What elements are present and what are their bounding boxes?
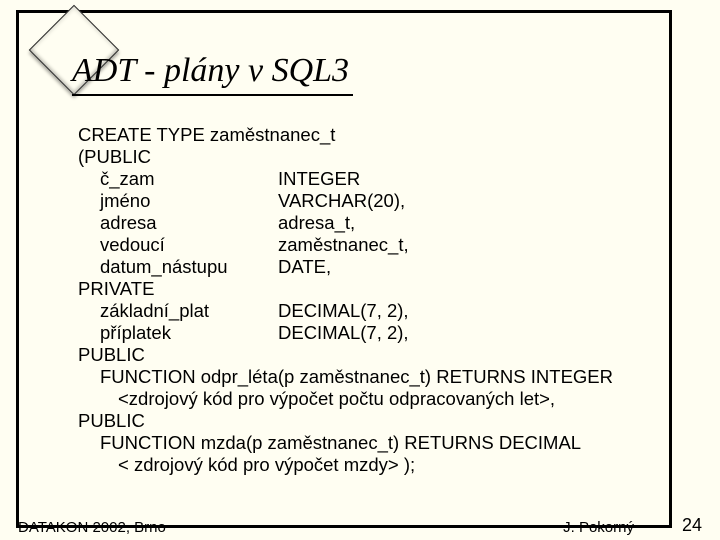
code-line: PUBLIC bbox=[78, 410, 668, 432]
code-line: příplatekDECIMAL(7, 2), bbox=[78, 322, 668, 344]
code-line: PUBLIC bbox=[78, 344, 668, 366]
code-line: adresaadresa_t, bbox=[78, 212, 668, 234]
code-line: základní_platDECIMAL(7, 2), bbox=[78, 300, 668, 322]
code-line: č_zamINTEGER bbox=[78, 168, 668, 190]
code-line: jménoVARCHAR(20), bbox=[78, 190, 668, 212]
code-line: (PUBLIC bbox=[78, 146, 668, 168]
code-block: CREATE TYPE zaměstnanec_t(PUBLICč_zamINT… bbox=[78, 124, 668, 476]
footer-author: J. Pokorný bbox=[563, 519, 634, 536]
code-line: < zdrojový kód pro výpočet mzdy> ); bbox=[78, 454, 668, 476]
footer-page: 24 bbox=[682, 515, 702, 536]
code-line: CREATE TYPE zaměstnanec_t bbox=[78, 124, 668, 146]
code-line: vedoucízaměstnanec_t, bbox=[78, 234, 668, 256]
code-line: FUNCTION mzda(p zaměstnanec_t) RETURNS D… bbox=[78, 432, 668, 454]
slide-title: ADT - plány v SQL3 bbox=[72, 52, 353, 96]
code-line: PRIVATE bbox=[78, 278, 668, 300]
code-line: <zdrojový kód pro výpočet počtu odpracov… bbox=[78, 388, 668, 410]
code-line: FUNCTION odpr_léta(p zaměstnanec_t) RETU… bbox=[78, 366, 668, 388]
code-line: datum_nástupuDATE, bbox=[78, 256, 668, 278]
footer-left: DATAKON 2002, Brno bbox=[18, 519, 166, 536]
footer: DATAKON 2002, Brno J. Pokorný 24 bbox=[18, 519, 702, 536]
